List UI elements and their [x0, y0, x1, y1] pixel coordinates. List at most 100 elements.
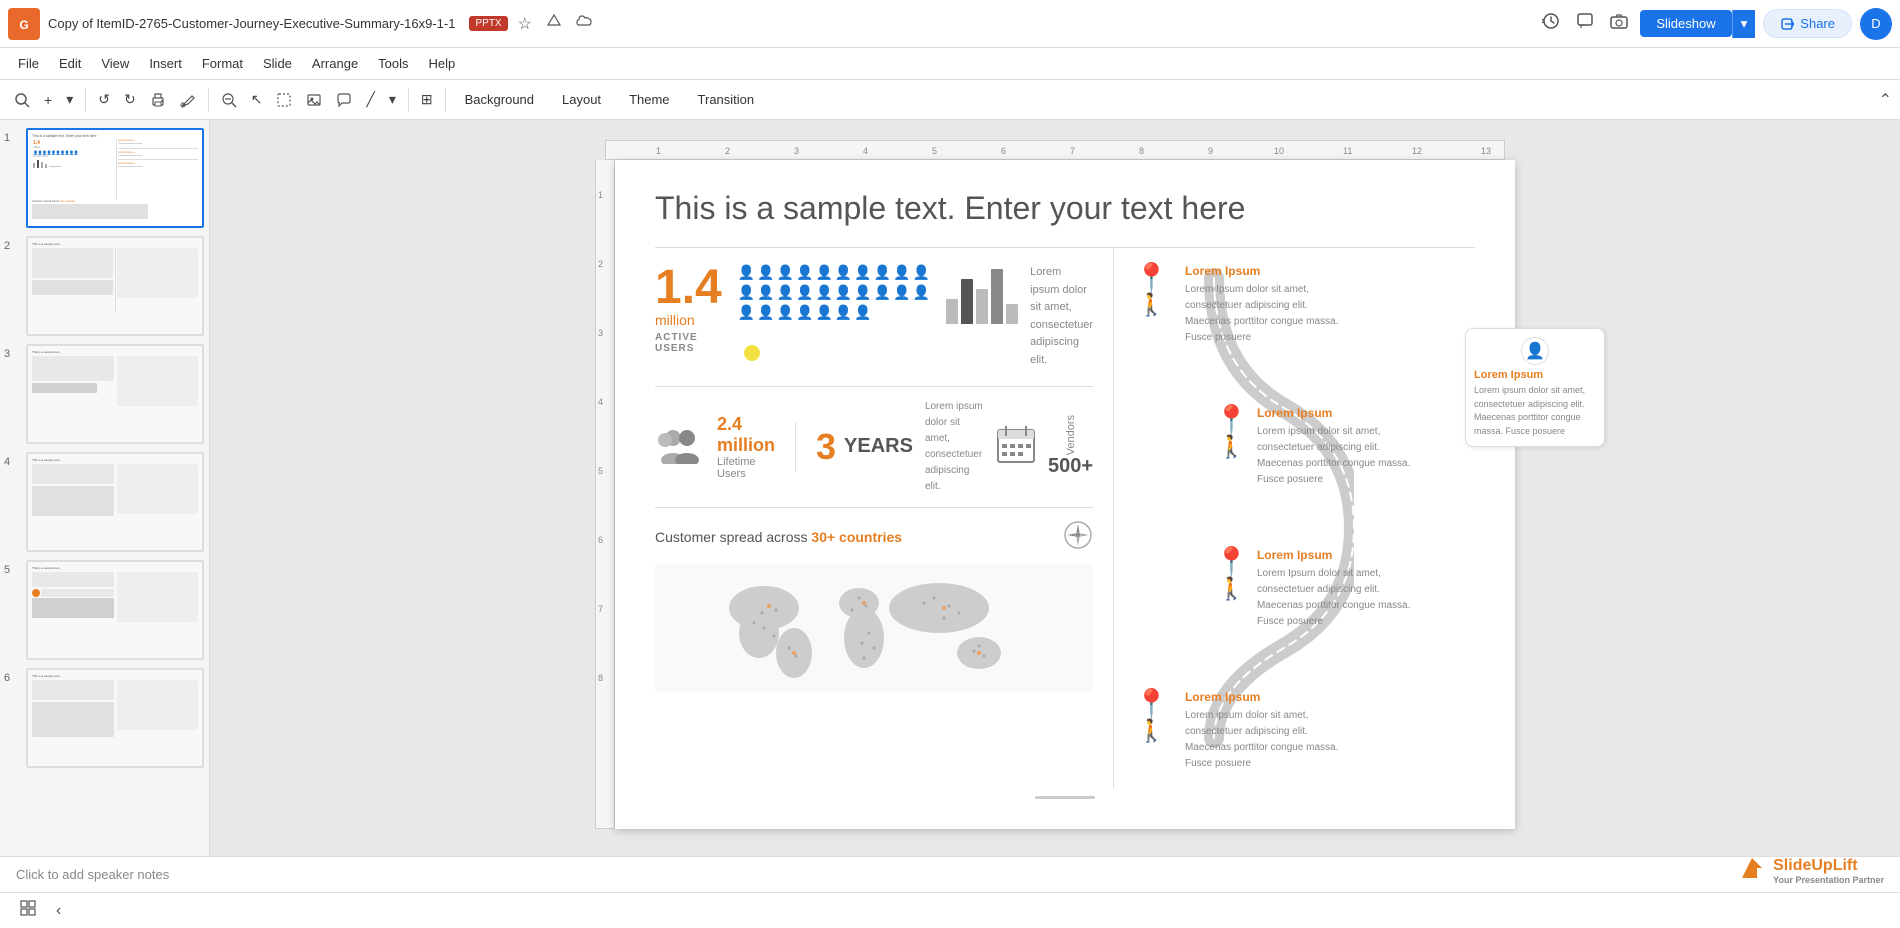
top-right-controls: Slideshow ▾ Share D: [1538, 8, 1892, 40]
slideshow-button[interactable]: Slideshow: [1640, 10, 1731, 37]
background-button[interactable]: Background: [452, 88, 547, 111]
slide-thumb-2[interactable]: This is a sample text...: [26, 236, 204, 336]
transition-button[interactable]: Transition: [685, 88, 768, 111]
slide-num-1: 1: [4, 132, 20, 144]
menu-slide[interactable]: Slide: [253, 52, 302, 75]
bottom-toolbar: ‹: [0, 892, 1900, 928]
search-button[interactable]: [8, 88, 36, 112]
content-grid: 1.4 million ACTIVE USERS 👤👤👤👤👤👤👤👤👤👤: [655, 247, 1475, 788]
cloud-button[interactable]: [572, 10, 596, 37]
separator-1: [85, 88, 86, 112]
separator-2: [208, 88, 209, 112]
people-row-2: 👤👤👤👤👤👤👤👤👤👤: [738, 284, 930, 301]
lifetime-number: 2.4 million: [717, 414, 775, 456]
menu-file[interactable]: File: [8, 52, 49, 75]
people-icons-group: 👤👤👤👤👤👤👤👤👤👤 👤👤👤👤👤👤👤👤👤👤 👤👤👤👤👤👤👤: [738, 264, 930, 321]
theme-button[interactable]: Theme: [616, 88, 682, 111]
speech-button[interactable]: [330, 88, 358, 112]
app-logo: G: [8, 8, 40, 40]
menu-insert[interactable]: Insert: [139, 52, 192, 75]
main-content: 1 This is a sample text. Enter your text…: [0, 120, 1900, 856]
journey-text-1: Lorem Ipsum Lorem Ipsum dolor sit amet, …: [1177, 264, 1345, 346]
journey-desc-1: Lorem Ipsum dolor sit amet, consectetuer…: [1185, 282, 1345, 346]
canvas-area[interactable]: 1 2 3 4 5 6 7 8 9 10 11 12 13 1 2 3 4 5 …: [210, 120, 1900, 856]
menu-format[interactable]: Format: [192, 52, 253, 75]
ruler-top: 1 2 3 4 5 6 7 8 9 10 11 12 13: [605, 140, 1505, 160]
line-button[interactable]: ╱: [360, 87, 380, 112]
years-text: YEARS: [844, 435, 913, 458]
menu-view[interactable]: View: [91, 52, 139, 75]
watermark-text: SlideUpLift Your Presentation Partner: [1773, 857, 1884, 885]
document-title: Copy of ItemID-2765-Customer-Journey-Exe…: [48, 9, 1530, 38]
redo-button[interactable]: ↻: [118, 87, 142, 112]
active-users-unit: million: [655, 312, 722, 328]
slide-item-3: 3 This is a sample text...: [4, 344, 205, 444]
notes-placeholder: Click to add speaker notes: [16, 867, 169, 882]
grid-view-button[interactable]: [16, 896, 40, 925]
bar-chart: [946, 264, 1018, 324]
bar-chart-area: Lorem ipsum dolor sit amet,consectetuer …: [946, 264, 1093, 370]
menu-tools[interactable]: Tools: [368, 52, 418, 75]
years-number: 3: [816, 426, 836, 468]
slide-thumb-5[interactable]: This is a sample text...: [26, 560, 204, 660]
journey-desc-2: Lorem ipsum dolor sit amet, consectetuer…: [1257, 424, 1417, 488]
floating-card: 👤 Lorem Ipsum Lorem ipsum dolor sit amet…: [1465, 328, 1605, 447]
file-type-badge: PPTX: [469, 16, 507, 31]
toolbar-collapse-button[interactable]: ⌃: [1879, 90, 1892, 110]
journey-title-1: Lorem Ipsum: [1185, 264, 1345, 278]
select-button[interactable]: [270, 88, 298, 112]
scroll-indicator: [655, 796, 1475, 799]
countries-header: Customer spread across 30+ countries: [655, 520, 1093, 555]
image-button[interactable]: [300, 88, 328, 112]
zoom-dropdown-button[interactable]: ▾: [60, 87, 79, 112]
plus-box-button[interactable]: ⊞: [415, 87, 439, 112]
countries-highlight: 30+ countries: [811, 529, 902, 545]
journey-text-4: Lorem Ipsum Lorem ipsum dolor sit amet, …: [1177, 690, 1345, 772]
slide-item-2: 2 This is a sample text...: [4, 236, 205, 336]
separator-4: [445, 88, 446, 112]
slideshow-dropdown-button[interactable]: ▾: [1732, 10, 1756, 38]
separator-3: [408, 88, 409, 112]
camera-button[interactable]: [1606, 8, 1632, 39]
lifetime-stat: 2.4 million Lifetime Users: [717, 414, 775, 480]
zoom-in-button[interactable]: +: [38, 88, 58, 112]
left-column: 1.4 million ACTIVE USERS 👤👤👤👤👤👤👤👤👤👤: [655, 248, 1114, 788]
undo-button[interactable]: ↺: [92, 87, 116, 112]
menu-help[interactable]: Help: [419, 52, 466, 75]
layout-button[interactable]: Layout: [549, 88, 614, 111]
watermark: SlideUpLift Your Presentation Partner: [1737, 853, 1884, 888]
slide-thumb-3[interactable]: This is a sample text...: [26, 344, 204, 444]
menu-arrange[interactable]: Arrange: [302, 52, 368, 75]
active-users-label: ACTIVE USERS: [655, 332, 722, 354]
slide-thumb-6[interactable]: This is a sample text...: [26, 668, 204, 768]
right-column: 📍 🚶 Lorem Ipsum Lorem Ipsum dolor sit am…: [1114, 248, 1475, 788]
history-button[interactable]: [1538, 8, 1564, 39]
active-users-number: 1.4: [655, 264, 722, 312]
slide-thumb-1[interactable]: This is a sample text. Enter your text h…: [26, 128, 204, 228]
comment-button[interactable]: [1572, 8, 1598, 39]
slide-canvas[interactable]: This is a sample text. Enter your text h…: [615, 160, 1515, 829]
cursor-button[interactable]: ↖: [245, 87, 269, 112]
notes-bar[interactable]: Click to add speaker notes: [0, 856, 1900, 892]
drive-button[interactable]: [542, 9, 566, 38]
journey-icon-2: 📍 🚶: [1214, 406, 1249, 460]
paint-button[interactable]: [174, 88, 202, 112]
journey-item-4: 📍 🚶 Lorem Ipsum Lorem ipsum dolor sit am…: [1134, 690, 1475, 772]
slide-num-5: 5: [4, 564, 20, 576]
collapse-panel-button[interactable]: ‹: [52, 898, 65, 924]
star-button[interactable]: ☆: [514, 10, 536, 38]
active-users-section: 1.4 million ACTIVE USERS 👤👤👤👤👤👤👤👤👤👤: [655, 248, 1093, 387]
user-avatar[interactable]: D: [1860, 8, 1892, 40]
line-dropdown-button[interactable]: ▾: [383, 87, 402, 112]
years-description: Lorem ipsum dolor sit amet, consectetuer…: [925, 399, 984, 495]
menu-edit[interactable]: Edit: [49, 52, 91, 75]
print-button[interactable]: [144, 88, 172, 112]
share-button[interactable]: Share: [1763, 9, 1852, 38]
canvas-with-ruler: 1 2 3 4 5 6 7 8 This is a sample text. E…: [595, 160, 1515, 829]
top-bar: G Copy of ItemID-2765-Customer-Journey-E…: [0, 0, 1900, 48]
zoom-button[interactable]: [215, 88, 243, 112]
world-map: [655, 563, 1093, 693]
slide-thumb-4[interactable]: This is a sample text...: [26, 452, 204, 552]
slide-item-5: 5 This is a sample text...: [4, 560, 205, 660]
slide-num-6: 6: [4, 672, 20, 684]
